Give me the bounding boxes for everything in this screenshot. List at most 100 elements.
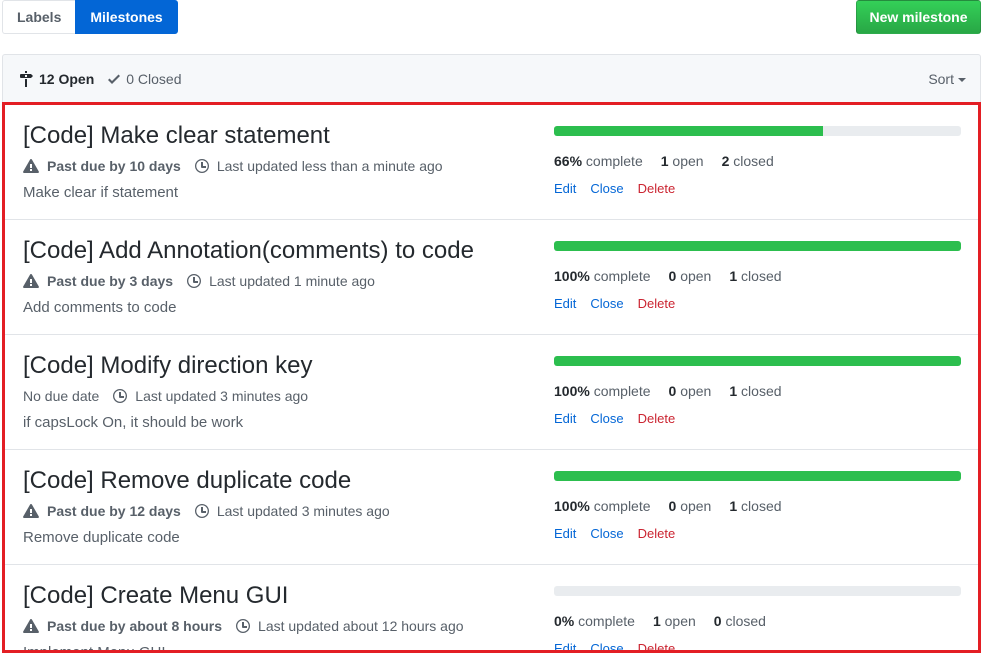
milestone-meta: Past due by 3 days Last updated 1 minute… [23,272,543,290]
due-text: No due date [23,388,100,404]
open-issues[interactable]: 0 open [669,498,712,514]
due-date: Past due by 10 days [23,158,181,174]
milestones-header: 12 Open 0 Closed Sort [2,54,981,102]
edit-link[interactable]: Edit [554,181,576,196]
milestone-meta: No due date Last updated 3 minutes ago [23,387,543,405]
due-text: Past due by 10 days [47,158,181,174]
percent-complete: 100% complete [554,383,651,399]
progress-fill [554,356,961,366]
milestone-actions: Edit Close Delete [554,296,961,311]
closed-issues[interactable]: 1 closed [729,498,781,514]
due-date: No due date [23,388,99,404]
delete-link[interactable]: Delete [638,181,676,196]
open-milestones-link[interactable]: 12 Open [19,70,94,87]
new-milestone-button[interactable]: New milestone [856,0,981,34]
delete-link[interactable]: Delete [638,526,676,541]
caret-down-icon [958,78,966,82]
progress-bar [554,586,961,596]
percent-complete: 66% complete [554,153,643,169]
percent-complete: 100% complete [554,268,651,284]
milestone-title[interactable]: [Code] Create Menu GUI [23,581,543,611]
milestone-actions: Edit Close Delete [554,641,961,650]
progress-fill [554,241,961,251]
closed-issues[interactable]: 2 closed [722,153,774,169]
milestone-meta: Past due by about 8 hours Last updated a… [23,617,543,635]
milestone-stats: 100% complete 0 open 1 closed [554,268,961,284]
labels-tab[interactable]: Labels [2,0,76,34]
percent-complete: 0% complete [554,613,635,629]
milestone-stats: 66% complete 1 open 2 closed [554,153,961,169]
milestone-description: Remove duplicate code [23,529,180,546]
closed-issues[interactable]: 0 closed [714,613,766,629]
open-issues[interactable]: 1 open [661,153,704,169]
close-link[interactable]: Close [590,181,623,196]
milestone-actions: Edit Close Delete [554,526,961,541]
progress-fill [554,471,961,481]
milestone-description: Implement Menu GUI [23,644,166,653]
edit-link[interactable]: Edit [554,526,576,541]
milestone-stats: 100% complete 0 open 1 closed [554,498,961,514]
due-text: Past due by about 8 hours [47,618,223,634]
due-date: Past due by 3 days [23,273,173,289]
last-updated: Last updated 3 minutes ago [113,388,308,404]
milestone-title[interactable]: [Code] Modify direction key [23,351,543,381]
edit-link[interactable]: Edit [554,296,576,311]
milestone-actions: Edit Close Delete [554,411,961,426]
close-link[interactable]: Close [590,641,623,650]
milestone-actions: Edit Close Delete [554,181,961,196]
due-text: Past due by 12 days [47,503,181,519]
progress-bar [554,241,961,251]
delete-link[interactable]: Delete [638,411,676,426]
updated-text: Last updated about 12 hours ago [258,618,464,634]
alert-icon [23,273,39,288]
progress-fill [554,126,823,136]
milestone-title[interactable]: [Code] Add Annotation(comments) to code [23,236,543,266]
edit-link[interactable]: Edit [554,641,576,650]
open-issues[interactable]: 0 open [669,268,712,284]
closed-milestones-link[interactable]: 0 Closed [108,70,182,87]
updated-text: Last updated less than a minute ago [216,158,443,174]
milestone-title[interactable]: [Code] Make clear statement [23,121,543,151]
milestone-item: [Code] Add Annotation(comments) to code … [5,220,978,335]
alert-icon [23,618,39,633]
clock-icon [194,159,209,173]
milestone-title[interactable]: [Code] Remove duplicate code [23,466,543,496]
delete-link[interactable]: Delete [638,296,676,311]
last-updated: Last updated 3 minutes ago [194,503,390,519]
percent-complete: 100% complete [554,498,651,514]
milestone-stats: 0% complete 1 open 0 closed [554,613,961,629]
milestone-list: [Code] Make clear statement Past due by … [2,102,981,653]
milestone-item: [Code] Remove duplicate code Past due by… [5,450,978,565]
clock-icon [236,619,251,633]
sort-label: Sort [928,71,954,87]
sort-dropdown[interactable]: Sort [928,55,966,103]
milestone-item: [Code] Modify direction key No due date … [5,335,978,450]
edit-link[interactable]: Edit [554,411,576,426]
last-updated: Last updated about 12 hours ago [236,618,464,634]
closed-issues[interactable]: 1 closed [729,383,781,399]
updated-text: Last updated 1 minute ago [209,273,375,289]
due-date: Past due by 12 days [23,503,181,519]
closed-count: 0 Closed [126,70,182,87]
updated-text: Last updated 3 minutes ago [216,503,390,519]
milestone-icon [20,70,33,87]
progress-bar [554,126,961,136]
progress-bar [554,356,961,366]
labels-milestones-nav: Labels Milestones [2,0,178,34]
check-icon [108,74,121,84]
progress-bar [554,471,961,481]
milestone-description: Add comments to code [23,299,177,316]
milestone-item: [Code] Make clear statement Past due by … [5,105,978,220]
milestone-stats: 100% complete 0 open 1 closed [554,383,961,399]
clock-icon [187,274,202,288]
open-issues[interactable]: 1 open [653,613,696,629]
milestone-meta: Past due by 10 days Last updated less th… [23,157,543,175]
open-issues[interactable]: 0 open [669,383,712,399]
alert-icon [23,503,39,518]
delete-link[interactable]: Delete [638,641,676,650]
close-link[interactable]: Close [590,526,623,541]
closed-issues[interactable]: 1 closed [729,268,781,284]
close-link[interactable]: Close [590,411,623,426]
milestones-tab[interactable]: Milestones [75,0,178,34]
close-link[interactable]: Close [590,296,623,311]
